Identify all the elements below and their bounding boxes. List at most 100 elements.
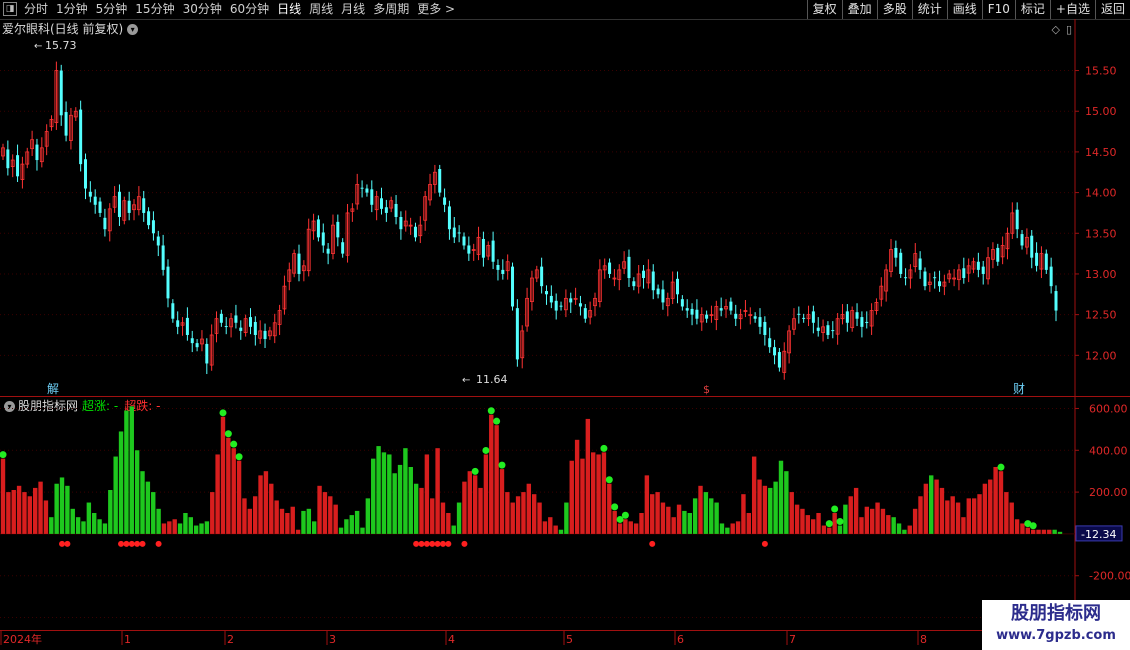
- candle-body: [399, 217, 403, 230]
- indicator-bar: [151, 492, 156, 534]
- indicator-bar: [816, 513, 821, 534]
- indicator-tick-label: 600.00: [1089, 402, 1128, 415]
- indicator-bar: [778, 460, 784, 534]
- indicator-bar: [1041, 529, 1047, 534]
- overbought-dot: [1029, 522, 1037, 530]
- candle-body: [661, 289, 665, 303]
- candle-body: [583, 308, 587, 319]
- watermark: 股朋指标网 www.7gpzb.com: [982, 600, 1130, 650]
- low-label: 11.64: [476, 373, 508, 386]
- indicator-bar: [891, 517, 896, 534]
- oversold-dot: [134, 540, 141, 547]
- candle-body: [773, 347, 777, 356]
- indicator-bar: [483, 454, 489, 534]
- oversold-dot: [123, 540, 130, 547]
- indicator-bar: [676, 504, 682, 534]
- candle-body: [1044, 253, 1048, 270]
- candle-body: [899, 252, 903, 274]
- indicator-bar: [553, 525, 558, 534]
- candle-body: [151, 220, 155, 234]
- oversold-dot: [429, 540, 436, 547]
- indicator-bar: [580, 458, 585, 534]
- candle-body: [316, 219, 320, 238]
- candle-body: [1035, 252, 1039, 266]
- oversold-dot: [445, 540, 452, 547]
- indicator-bar: [274, 500, 279, 534]
- candle-body: [195, 343, 199, 348]
- candle-body: [253, 321, 257, 335]
- indicator-bar: [961, 517, 966, 534]
- price-tick-label: 15.50: [1085, 65, 1117, 78]
- candle-body: [481, 238, 485, 258]
- candle-body: [166, 266, 170, 299]
- indicator-bar: [317, 485, 322, 534]
- chart-canvas[interactable]: 15.50 15.00 14.50 14.00 13.50 13.00 12.50 12.00…: [0, 0, 1130, 650]
- indicator-bar: [424, 454, 430, 534]
- candle-body: [860, 317, 864, 327]
- oversold-dot: [155, 540, 162, 547]
- candle-body: [452, 227, 456, 238]
- candle-body: [263, 330, 267, 340]
- indicator-bar: [623, 519, 628, 534]
- candle-body: [161, 245, 165, 270]
- indicator-bar: [644, 475, 650, 534]
- indicator-bar: [1004, 492, 1009, 534]
- indicator-bar: [564, 502, 569, 534]
- candle-body: [6, 149, 10, 169]
- price-tick-label: 12.00: [1085, 349, 1117, 362]
- indicator-bar: [333, 504, 338, 534]
- candle-body: [467, 245, 471, 254]
- indicator-bar: [633, 523, 639, 534]
- high-label: 15.73: [45, 39, 77, 52]
- indicator-bar: [183, 513, 188, 534]
- candle-body: [996, 247, 1000, 262]
- indicator-bar: [113, 456, 118, 534]
- indicator-bar: [199, 523, 204, 534]
- overbought-dot: [600, 444, 608, 452]
- candle-body: [651, 271, 655, 291]
- oversold-dot: [461, 540, 468, 547]
- indicator-bar: [639, 513, 644, 534]
- indicator-bar: [730, 523, 735, 534]
- indicator-bar: [843, 504, 848, 534]
- candle-body: [491, 240, 495, 262]
- indicator-bar: [279, 508, 285, 534]
- candle-body: [554, 300, 558, 311]
- indicator-bar: [446, 513, 451, 534]
- indicator-bar: [220, 416, 226, 534]
- candle-body: [224, 326, 228, 328]
- candle-body: [894, 247, 898, 258]
- candle-body: [501, 269, 505, 274]
- indicator-bar: [0, 458, 6, 534]
- indicator-bar: [301, 510, 306, 534]
- indicator-bar: [703, 492, 709, 534]
- candle-body: [35, 144, 39, 161]
- indicator-bar: [371, 458, 376, 534]
- candle-body: [831, 330, 835, 332]
- indicator-bar: [886, 515, 891, 534]
- indicator-bar: [531, 494, 537, 534]
- indicator-bar: [853, 487, 859, 534]
- candle-body: [632, 281, 636, 287]
- candle-body: [976, 261, 980, 270]
- candle-body: [981, 266, 985, 274]
- indicator-bar: [226, 437, 231, 534]
- indicator-bar: [403, 448, 408, 534]
- candle-body: [690, 308, 694, 315]
- indicator-bar: [397, 464, 403, 534]
- indicator-bar: [762, 485, 768, 534]
- indicator-bar: [784, 471, 789, 534]
- indicator-bar: [129, 406, 134, 534]
- candle-body: [496, 265, 500, 270]
- candle-body: [753, 316, 757, 319]
- candle-body: [379, 198, 383, 209]
- indicator-bar: [907, 525, 912, 534]
- oversold-dot: [439, 540, 446, 547]
- indicator-bar: [215, 454, 220, 534]
- indicator-bar: [596, 454, 601, 534]
- low-arrow: ←: [462, 375, 470, 386]
- event-marker-dividend: $: [703, 383, 710, 396]
- indicator-bar: [258, 475, 263, 534]
- oversold-dot: [128, 540, 135, 547]
- indicator-bar: [65, 485, 70, 534]
